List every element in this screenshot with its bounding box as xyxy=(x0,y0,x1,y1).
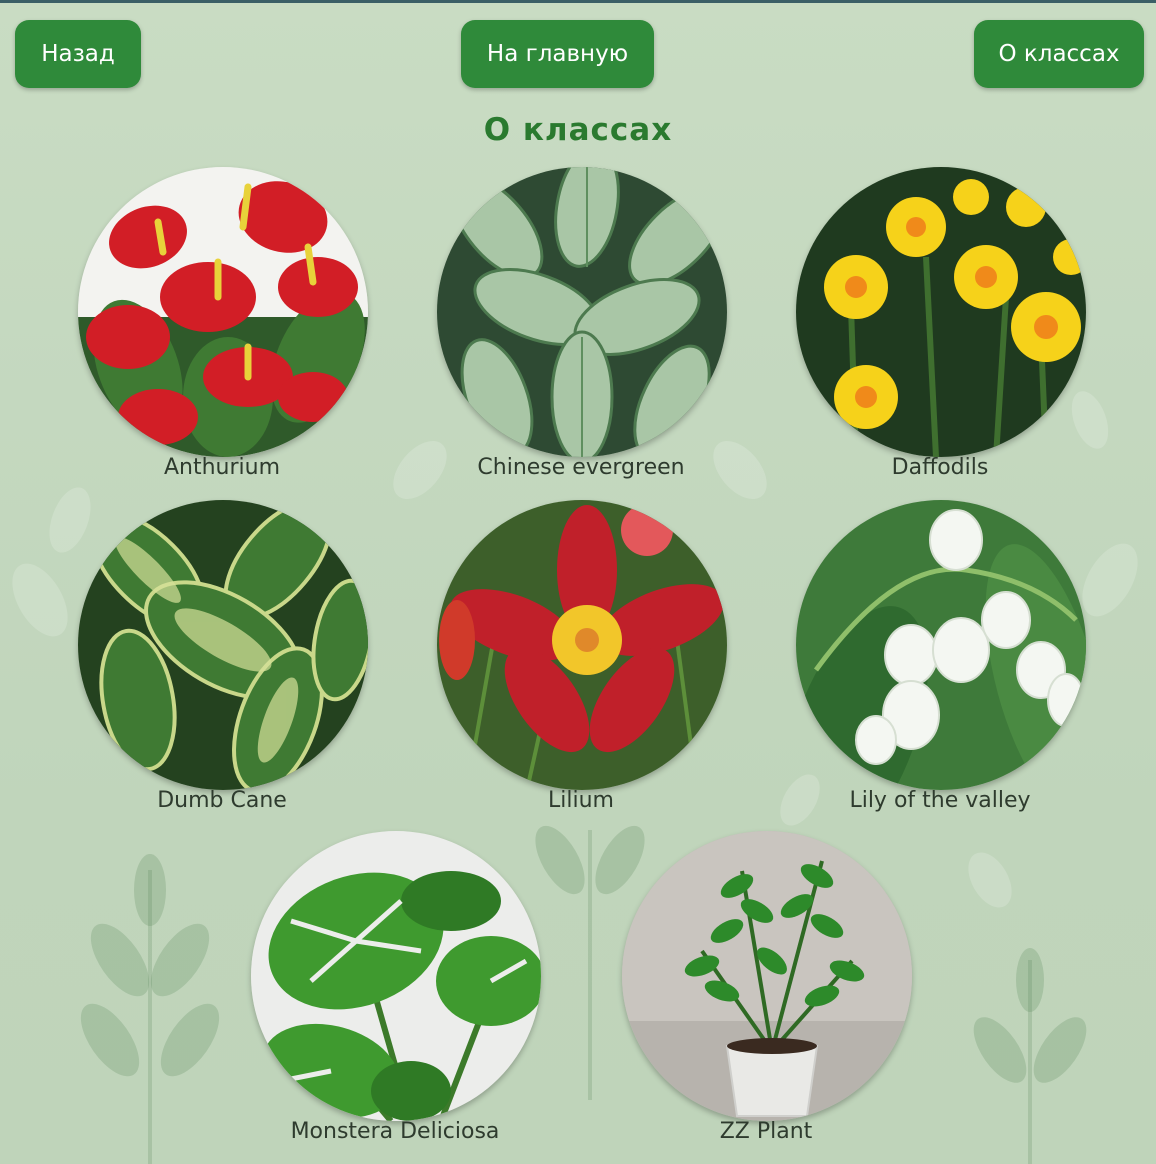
zz-plant-image xyxy=(622,831,912,1121)
plant-label: Chinese evergreen xyxy=(477,455,685,480)
plant-card-dumb-cane[interactable]: Dumb Cane xyxy=(72,500,372,830)
plant-label: Daffodils xyxy=(891,455,989,480)
home-button[interactable]: На главную xyxy=(461,20,654,88)
plant-label: Lilium xyxy=(548,788,614,813)
back-button[interactable]: Назад xyxy=(15,20,141,88)
plant-card-monstera[interactable]: Monstera Deliciosa xyxy=(245,831,545,1161)
plant-label: Lily of the valley xyxy=(849,788,1031,813)
chinese-evergreen-image xyxy=(437,167,727,457)
plant-card-zz-plant[interactable]: ZZ Plant xyxy=(616,831,916,1161)
anthurium-image xyxy=(78,167,368,457)
plant-label: Anthurium xyxy=(163,455,281,480)
lilium-image xyxy=(437,500,727,790)
daffodils-image xyxy=(796,167,1086,457)
plant-card-lily-of-the-valley[interactable]: Lily of the valley xyxy=(790,500,1090,830)
plant-card-lilium[interactable]: Lilium xyxy=(431,500,731,830)
page-title: О классах xyxy=(483,112,673,148)
monstera-image xyxy=(251,831,541,1121)
plant-label: ZZ Plant xyxy=(719,1119,813,1144)
plant-card-anthurium[interactable]: Anthurium xyxy=(72,167,372,497)
dumb-cane-image xyxy=(78,500,368,790)
about-classes-button[interactable]: О классах xyxy=(974,20,1144,88)
plant-card-chinese-evergreen[interactable]: Chinese evergreen xyxy=(431,167,731,497)
lily-of-the-valley-image xyxy=(796,500,1086,790)
plant-label: Dumb Cane xyxy=(157,788,287,813)
plant-label: Monstera Deliciosa xyxy=(290,1119,500,1144)
plant-card-daffodils[interactable]: Daffodils xyxy=(790,167,1090,497)
